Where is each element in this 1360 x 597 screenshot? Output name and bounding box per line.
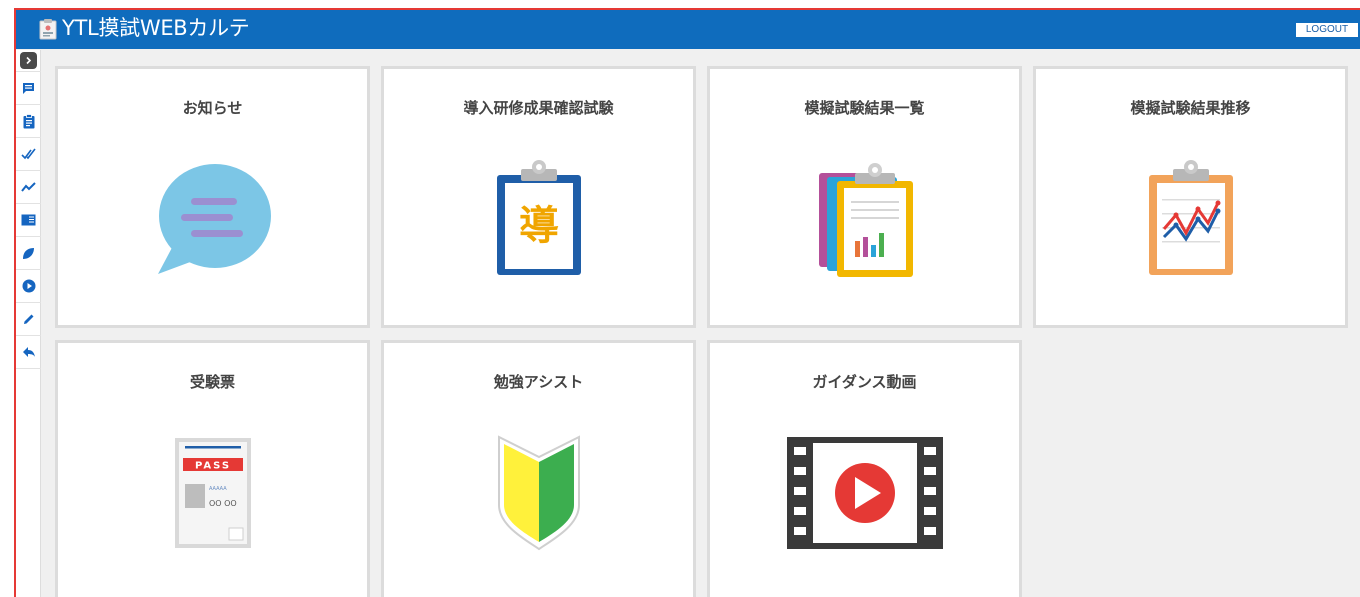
top-header: YTL摸試WEBカルテ LOGOUT — [16, 10, 1360, 49]
app-frame: YTL摸試WEBカルテ LOGOUT お知らせ 導入研修成果確認試験 導 模擬試… — [14, 8, 1360, 597]
beginner-mark-icon — [497, 435, 580, 551]
sidebar-item-results-trend[interactable] — [16, 171, 41, 204]
logout-button[interactable]: LOGOUT — [1296, 23, 1358, 37]
sidebar-item-test[interactable] — [16, 105, 41, 138]
card-training-test[interactable]: 導入研修成果確認試験 導 — [381, 66, 696, 328]
pencil-icon — [24, 314, 34, 324]
message-icon — [23, 82, 34, 94]
play-circle-icon — [22, 279, 35, 293]
chevron-right-icon — [20, 52, 37, 69]
card-news[interactable]: お知らせ — [55, 66, 370, 328]
card-title: ガイダンス動画 — [812, 373, 917, 391]
ticket-pass-text: PASS — [194, 461, 230, 472]
card-results-list[interactable]: 模擬試験結果一覧 — [707, 66, 1022, 328]
sidebar-toggle-button[interactable] — [16, 50, 41, 72]
card-results-trend[interactable]: 模擬試験結果推移 — [1033, 66, 1348, 328]
card-exam-ticket[interactable]: 受験票 PASS AAAAA OO OO — [55, 340, 370, 597]
card-title: 勉強アシスト — [493, 373, 584, 391]
sidebar-item-news[interactable] — [16, 72, 41, 105]
sidebar-item-results-list[interactable] — [16, 138, 41, 171]
double-check-icon — [20, 148, 36, 160]
card-title: 模擬試験結果推移 — [1130, 99, 1251, 117]
card-guidance-video[interactable]: ガイダンス動画 — [707, 340, 1022, 597]
clipboard-doc-icon: 導 — [496, 160, 581, 275]
sidebar-item-edit[interactable] — [16, 303, 41, 336]
card-title: 導入研修成果確認試験 — [463, 99, 614, 117]
clipboard-icon — [23, 113, 34, 128]
trend-chart-icon — [1148, 160, 1233, 275]
sidebar-item-guidance-video[interactable] — [16, 270, 41, 303]
video-film-icon — [786, 437, 943, 549]
stacked-reports-icon — [818, 163, 913, 277]
card-title: お知らせ — [182, 99, 243, 117]
card-study-assist[interactable]: 勉強アシスト — [381, 340, 696, 597]
sidebar-item-study-assist[interactable] — [16, 237, 41, 270]
exam-ticket-icon: PASS AAAAA OO OO — [174, 438, 251, 548]
menu-grid: お知らせ 導入研修成果確認試験 導 模擬試験結果一覧 模擬試験結果推移 受験票 … — [42, 50, 1360, 597]
clipboard-char: 導 — [519, 203, 559, 249]
sidebar — [16, 50, 41, 597]
ticket-line2-text: OO OO — [209, 499, 237, 508]
card-title: 模擬試験結果一覧 — [804, 99, 925, 117]
reply-icon — [22, 347, 35, 357]
app-title: YTL摸試WEBカルテ — [62, 16, 250, 40]
ticket-line1-text: AAAAA — [209, 486, 227, 492]
app-logo-icon — [39, 19, 57, 40]
speech-bubble-icon — [157, 164, 271, 274]
sidebar-item-back[interactable] — [16, 336, 41, 369]
trend-line-icon — [20, 182, 36, 192]
sidebar-item-ticket[interactable] — [16, 204, 41, 237]
leaf-icon — [23, 247, 34, 259]
book-icon — [21, 214, 36, 226]
card-title: 受験票 — [189, 373, 235, 391]
